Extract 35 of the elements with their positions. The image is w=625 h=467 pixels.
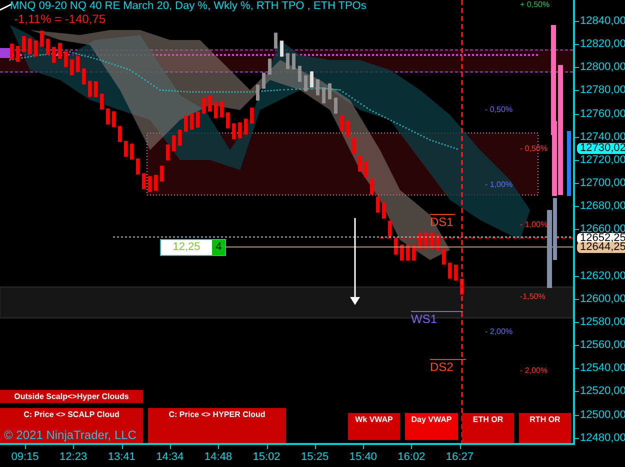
- time-label: 09:15: [10, 451, 40, 463]
- indicator-button[interactable]: Day VWAP: [405, 413, 458, 440]
- percent-level-label: + 0,50%: [520, 0, 550, 10]
- percent-level-label: -1,50%: [520, 292, 546, 302]
- order-price-label: 12,25: [161, 240, 212, 255]
- profile-bar: [567, 131, 571, 196]
- time-label: 14:48: [203, 451, 233, 463]
- trend-line: [0, 3, 12, 11]
- order-quantity-label: 4: [212, 240, 225, 255]
- percent-level-label: - 0,50%: [520, 144, 548, 154]
- chart-title: MNQ 09-20 NQ 40 RE March 20, Day %, Wkly %, RTH TPO , ETH TPOs: [10, 0, 366, 12]
- indicator-button[interactable]: C: Price <> HYPER Cloud: [148, 408, 286, 444]
- pivot-label: WS1: [411, 311, 463, 327]
- time-label: 12:23: [58, 451, 88, 463]
- indicator-button[interactable]: Outside Scalp<>Hyper Clouds: [0, 390, 143, 403]
- time-label: 16:27: [444, 451, 474, 463]
- copyright-text: © 2021 NinjaTrader, LLC: [4, 428, 136, 442]
- price-tag: 12730,02: [577, 143, 625, 154]
- time-label: 13:41: [106, 451, 136, 463]
- time-label: 15:02: [252, 451, 282, 463]
- pivot-label: DS1: [430, 214, 455, 230]
- time-label: 15:40: [348, 451, 378, 463]
- percent-level-label: - 0,50%: [485, 105, 513, 115]
- time-label: 16:02: [396, 451, 426, 463]
- percent-level-label: - 2,00%: [520, 366, 548, 376]
- marker-square: [0, 48, 10, 58]
- indicator-button[interactable]: ETH OR: [462, 413, 514, 443]
- time-label: 14:34: [155, 451, 185, 463]
- indicator-button[interactable]: RTH OR: [519, 413, 571, 443]
- change-label: -1,11% = -140,75: [14, 12, 106, 26]
- percent-level-label: - 1,00%: [485, 180, 513, 190]
- indicator-button[interactable]: Wk VWAP: [348, 413, 400, 440]
- time-label: 15:25: [300, 451, 330, 463]
- pivot-label: DS2: [430, 359, 466, 375]
- percent-level-label: - 2,00%: [485, 327, 513, 337]
